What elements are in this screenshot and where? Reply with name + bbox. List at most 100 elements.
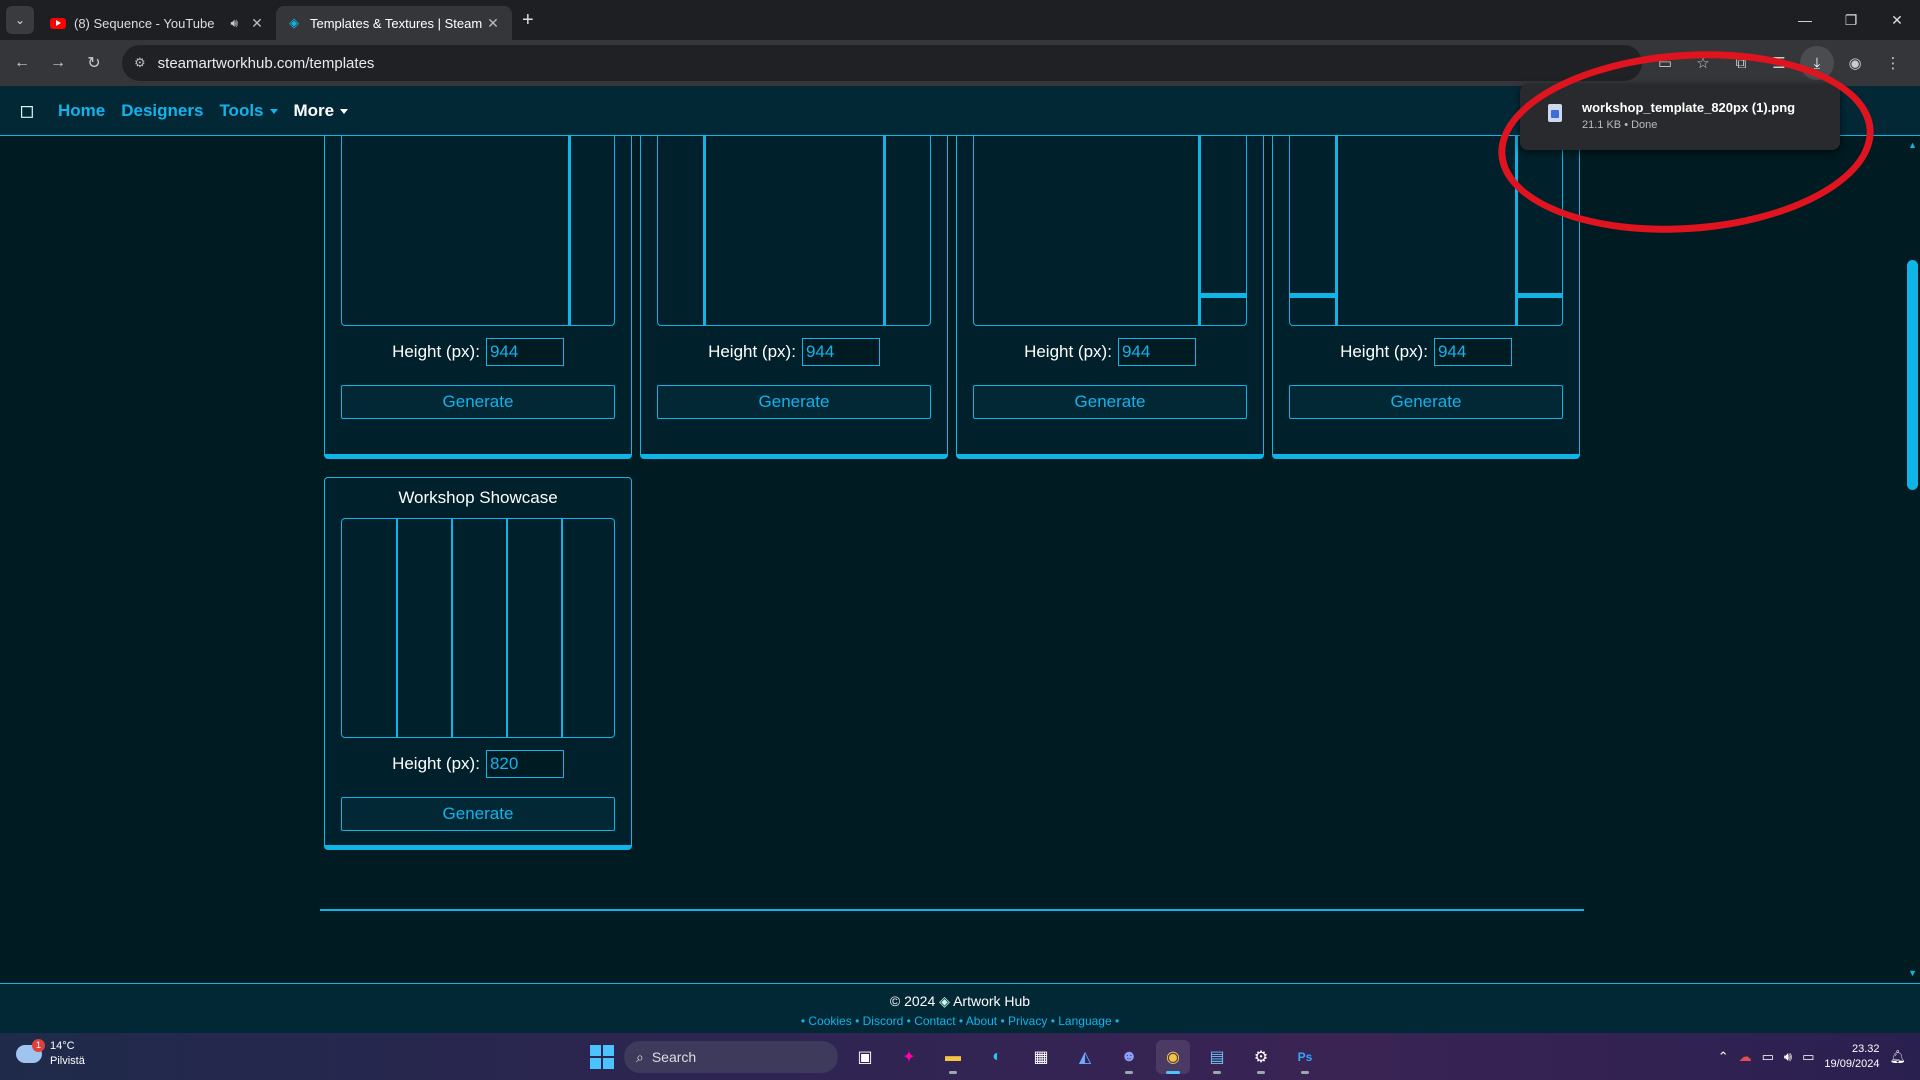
- nav-tools-label: Tools: [219, 100, 264, 120]
- tab-search-button[interactable]: ⌄: [6, 6, 34, 34]
- file-explorer-icon[interactable]: ▬: [936, 1040, 970, 1074]
- card-title: Workshop Showcase: [398, 488, 558, 507]
- nav-designers[interactable]: Designers: [121, 101, 203, 121]
- templates-content: Height (px): 944 Generate Height (px): 9…: [0, 136, 1920, 984]
- browser-tab-bar: ⌄ (8) Sequence - YouTube 🔊︎ ✕ ◈ Template…: [0, 0, 1920, 40]
- url-field[interactable]: ⚙ steamartworkhub.com/templates: [122, 45, 1642, 81]
- new-tab-icon[interactable]: +: [522, 9, 534, 32]
- reload-icon[interactable]: ↻: [76, 45, 112, 81]
- height-label: Height (px):: [1340, 342, 1428, 361]
- scroll-down-icon[interactable]: ▼: [1908, 968, 1917, 978]
- height-input[interactable]: 944: [1433, 338, 1512, 366]
- menu-dots-icon[interactable]: ⋮: [1876, 46, 1910, 80]
- steam-icon[interactable]: ⚙: [1244, 1040, 1278, 1074]
- chevron-up-icon[interactable]: ⌃: [1718, 1049, 1729, 1065]
- bullet-icon: •: [1114, 1014, 1120, 1028]
- height-label: Height (px):: [1024, 342, 1112, 361]
- windows-taskbar: 1 14°C Pilvistä ⌕ Search ▣ ✦ ▬ ◐ ▦ ◭ ☻ ◉…: [0, 1033, 1920, 1080]
- tab-youtube[interactable]: (8) Sequence - YouTube 🔊︎ ✕: [40, 6, 276, 40]
- generate-button[interactable]: Generate: [973, 385, 1247, 419]
- bullet-icon: •: [800, 1014, 806, 1028]
- restore-icon[interactable]: ❐: [1828, 0, 1874, 40]
- maps-icon[interactable]: ◭: [1068, 1040, 1102, 1074]
- discord-icon[interactable]: ☻: [1112, 1040, 1146, 1074]
- network-icon[interactable]: ▭: [1762, 1049, 1774, 1065]
- back-icon[interactable]: ←: [4, 45, 40, 81]
- bullet-icon: •: [906, 1014, 911, 1028]
- notification-bell-icon[interactable]: 🔔︎: [1889, 1049, 1906, 1065]
- close-icon[interactable]: ✕: [248, 15, 266, 32]
- url-text: steamartworkhub.com/templates: [157, 54, 375, 72]
- footer-link-privacy[interactable]: Privacy: [1008, 1014, 1047, 1028]
- footer-link-about[interactable]: About: [966, 1014, 997, 1028]
- nav-more[interactable]: More: [294, 101, 349, 121]
- weather-desc: Pilvistä: [50, 1055, 85, 1067]
- caret-down-icon: [269, 108, 278, 114]
- footer-link-contact[interactable]: Contact: [914, 1014, 955, 1028]
- nav-more-label: More: [293, 100, 335, 120]
- height-input[interactable]: 820: [485, 750, 564, 778]
- notepad-icon[interactable]: ▤: [1200, 1040, 1234, 1074]
- edge-icon[interactable]: ◐: [980, 1040, 1014, 1074]
- battery-icon[interactable]: ▭: [1802, 1049, 1814, 1065]
- height-input[interactable]: 944: [801, 338, 880, 366]
- footer-link-cookies[interactable]: Cookies: [808, 1014, 851, 1028]
- copilot-icon[interactable]: ✦: [892, 1040, 926, 1074]
- nav-tools[interactable]: Tools: [219, 100, 278, 121]
- window-controls: — ❐ ✕: [1782, 0, 1920, 40]
- scroll-up-icon[interactable]: ▲: [1908, 140, 1917, 150]
- height-input[interactable]: 944: [1117, 338, 1196, 366]
- scrollbar-thumb[interactable]: [1907, 260, 1918, 490]
- search-icon: ⌕: [636, 1048, 644, 1065]
- bullet-icon: •: [958, 1014, 964, 1028]
- nav-home[interactable]: Home: [58, 101, 105, 121]
- close-window-icon[interactable]: ✕: [1874, 0, 1920, 40]
- speaker-icon[interactable]: 🔊︎: [230, 16, 238, 31]
- store-icon[interactable]: ▦: [1024, 1040, 1058, 1074]
- generate-button[interactable]: Generate: [1289, 385, 1563, 419]
- tab-templates[interactable]: ◈ Templates & Textures | Steam A ✕: [276, 6, 512, 40]
- footer-link-discord[interactable]: Discord: [863, 1014, 904, 1028]
- template-preview: [341, 518, 615, 738]
- generate-button[interactable]: Generate: [657, 385, 931, 419]
- taskbar-search[interactable]: ⌕ Search: [624, 1041, 838, 1073]
- close-icon[interactable]: ✕: [484, 15, 502, 32]
- clock-time: 23.32: [1851, 1043, 1880, 1055]
- weather-text: 14°C Pilvistä: [50, 1039, 85, 1069]
- template-preview: [973, 136, 1247, 326]
- height-row: Height (px): 944: [1273, 338, 1579, 366]
- template-card: Height (px): 944 Generate: [956, 136, 1264, 459]
- tab-title: (8) Sequence - YouTube: [74, 15, 215, 31]
- photoshop-icon[interactable]: Ps: [1288, 1040, 1322, 1074]
- height-input[interactable]: 944: [485, 338, 564, 366]
- footer-brand: Artwork Hub: [953, 993, 1031, 1009]
- minimize-icon[interactable]: —: [1782, 0, 1828, 40]
- volume-icon[interactable]: 🔊︎: [1784, 1049, 1792, 1065]
- weather-widget[interactable]: 1 14°C Pilvistä: [16, 1039, 85, 1069]
- generate-button[interactable]: Generate: [341, 385, 615, 419]
- height-row: Height (px): 944: [641, 338, 947, 366]
- site-logo-icon[interactable]: ◇: [6, 91, 46, 131]
- chrome-icon[interactable]: ◉: [1156, 1040, 1190, 1074]
- youtube-icon: [50, 15, 66, 31]
- notification-badge: 1: [32, 1039, 45, 1052]
- site-footer: © 2024 ◈ Artwork Hub • Cookies • Discord…: [0, 983, 1920, 1033]
- bullet-icon: •: [1000, 1014, 1005, 1028]
- system-tray: ⌃ ☁ ▭ 🔊︎ ▭ 23.32 19/09/2024 🔔︎: [1718, 1037, 1906, 1077]
- task-view-icon[interactable]: ▣: [848, 1040, 882, 1074]
- height-label: Height (px):: [392, 754, 480, 773]
- taskbar-apps: ⌕ Search ▣ ✦ ▬ ◐ ▦ ◭ ☻ ◉ ▤ ⚙ Ps: [590, 1038, 1322, 1076]
- footer-link-language[interactable]: Language: [1058, 1014, 1111, 1028]
- section-divider: [320, 909, 1584, 911]
- bullet-icon: •: [855, 1014, 860, 1028]
- tray-app-icon[interactable]: ☁: [1739, 1049, 1752, 1065]
- site-info-icon[interactable]: ⚙: [134, 55, 146, 71]
- taskbar-clock[interactable]: 23.32 19/09/2024: [1824, 1042, 1879, 1072]
- height-row: Height (px): 820: [325, 750, 631, 778]
- windows-start-icon[interactable]: [590, 1045, 614, 1069]
- tab-title: Templates & Textures | Steam A: [310, 15, 484, 31]
- template-card: Height (px): 944 Generate: [324, 136, 632, 459]
- generate-button[interactable]: Generate: [341, 797, 615, 831]
- profile-avatar-icon[interactable]: ◉: [1838, 46, 1872, 80]
- forward-icon[interactable]: →: [40, 45, 76, 81]
